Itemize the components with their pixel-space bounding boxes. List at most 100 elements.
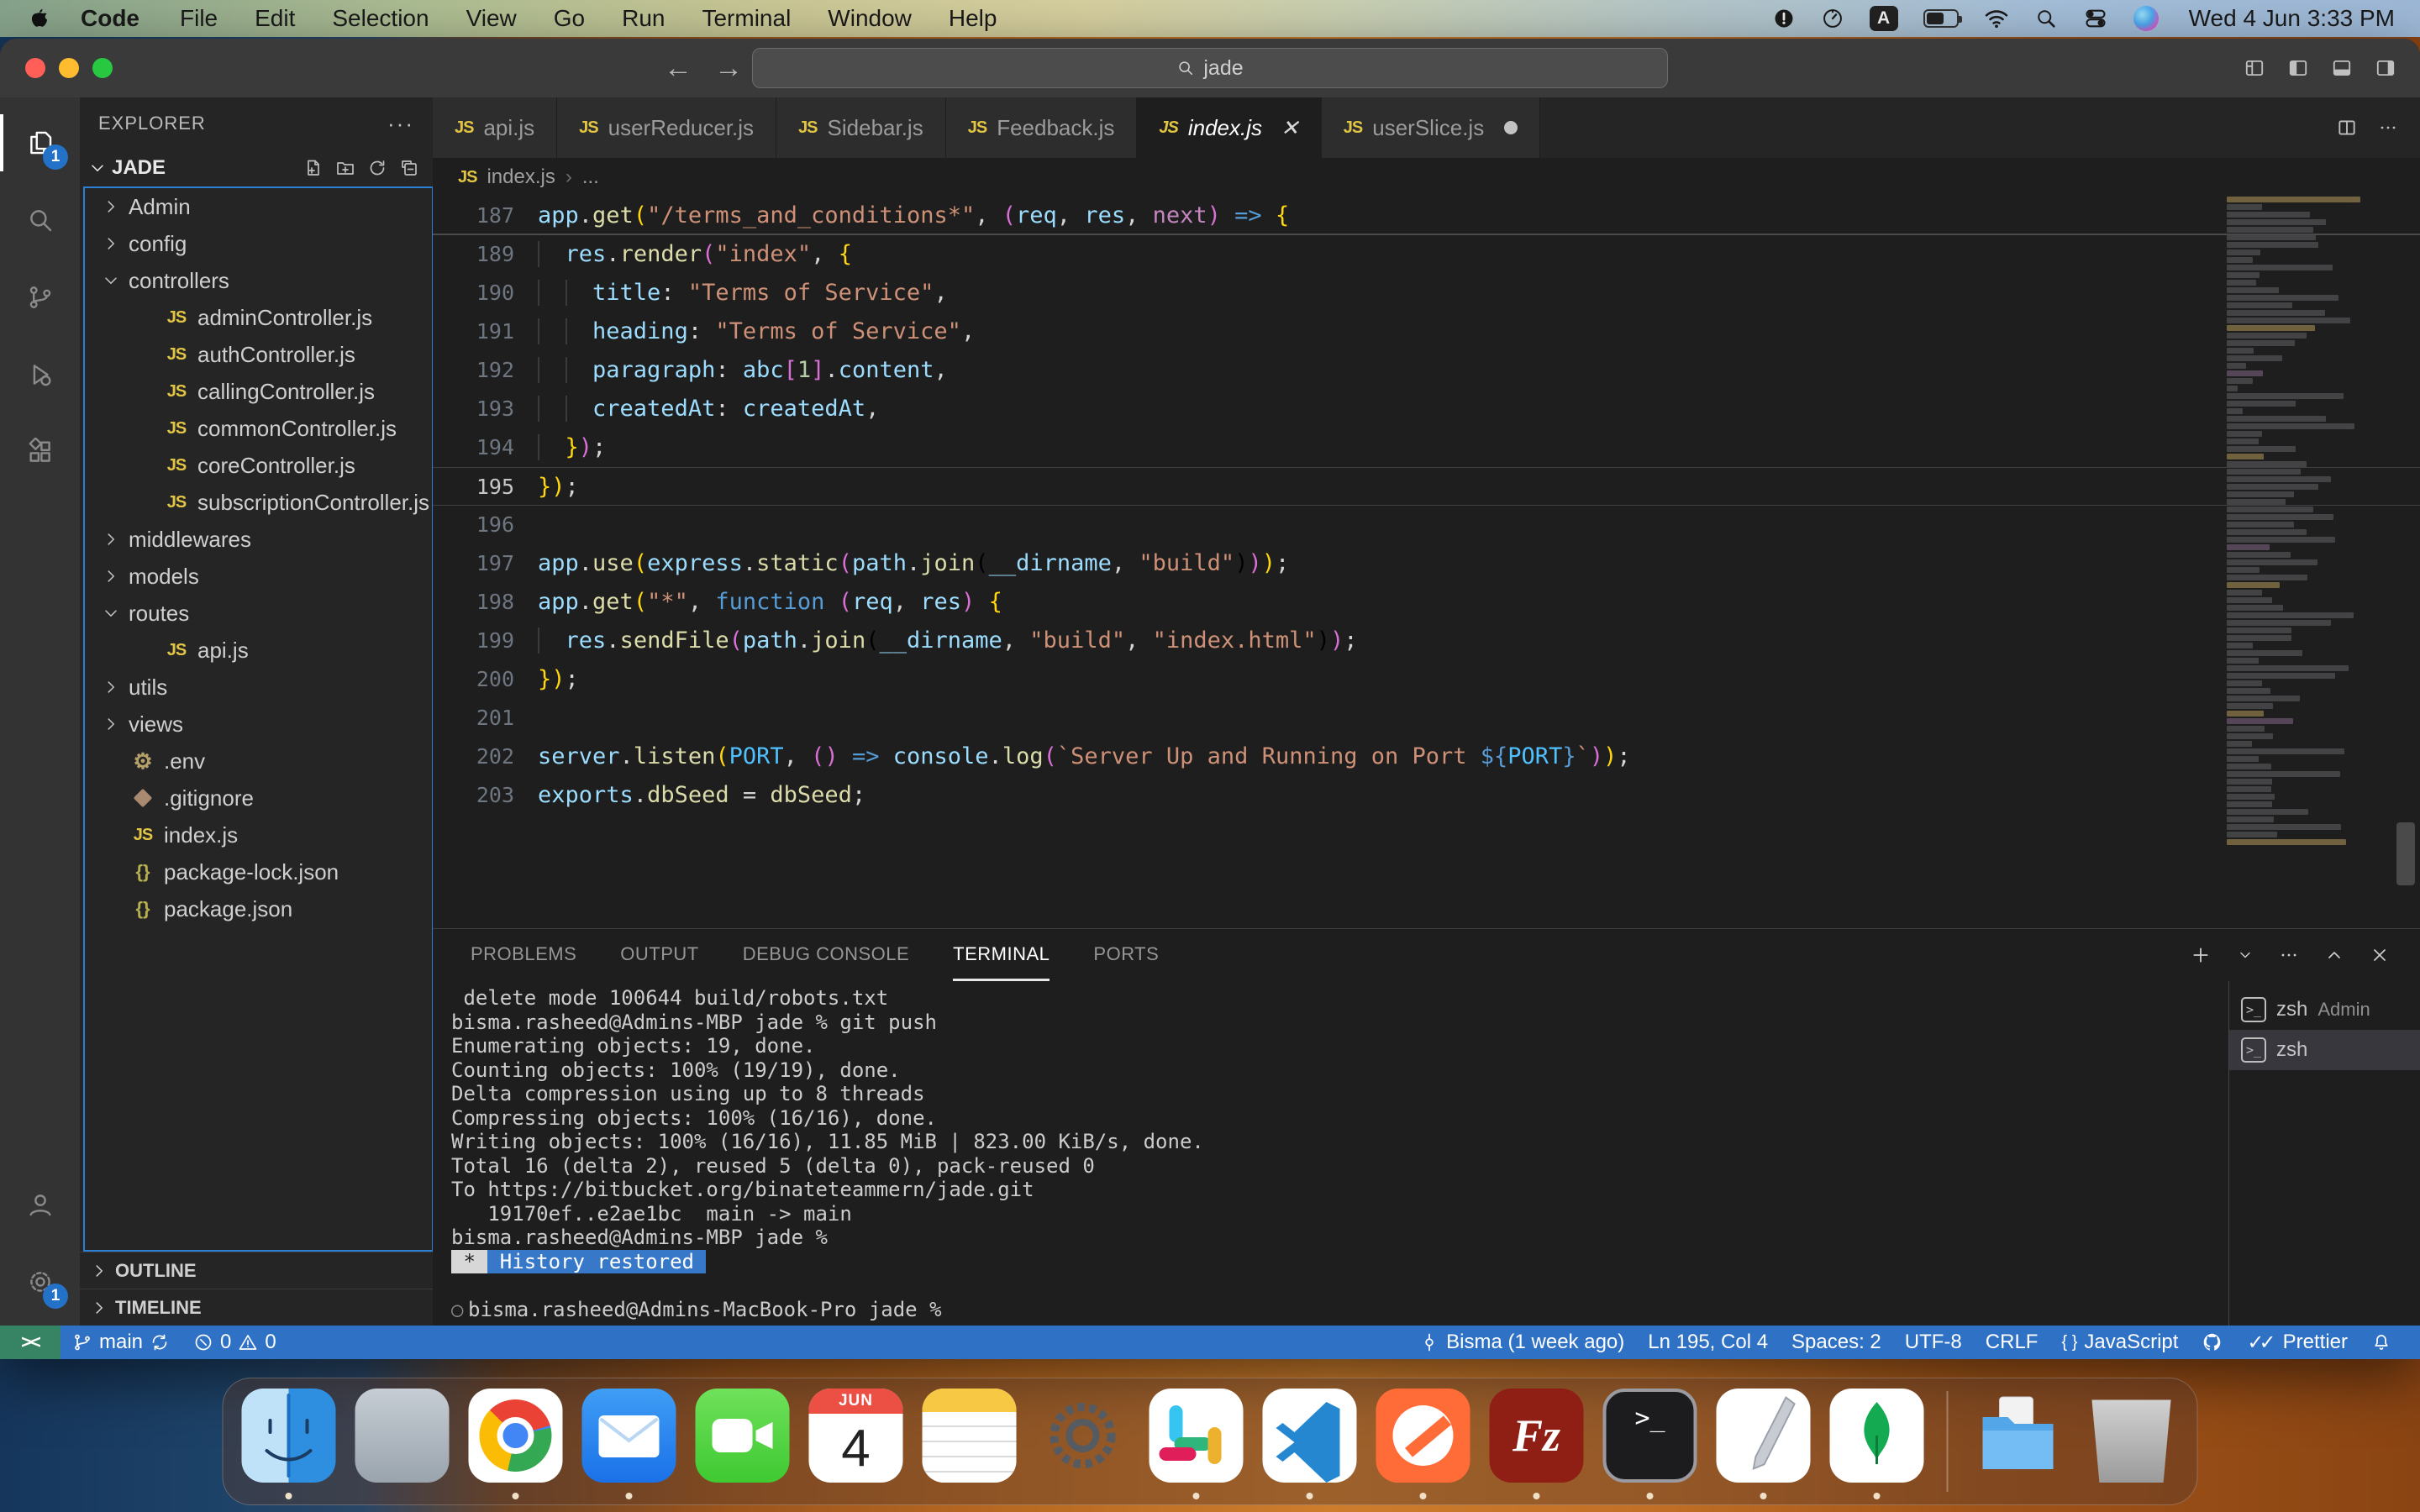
tab-api.js[interactable]: JSapi.js (433, 97, 557, 158)
code-line-195[interactable]: 195}); (433, 467, 2420, 506)
menu-file[interactable]: File (161, 5, 236, 31)
panel-tab-problems[interactable]: PROBLEMS (471, 929, 576, 981)
tree-item-authController.js[interactable]: JSauthController.js (85, 336, 432, 373)
dock-postman[interactable] (1376, 1383, 1470, 1499)
code-line-202[interactable]: 202server.listen(PORT, () => console.log… (433, 738, 2420, 776)
tree-item-routes[interactable]: routes (85, 595, 432, 632)
status-encoding[interactable]: UTF-8 (1893, 1331, 1974, 1354)
activity-settings-icon[interactable]: 1 (0, 1243, 80, 1320)
tree-item-callingController.js[interactable]: JScallingController.js (85, 373, 432, 410)
explorer-more-actions-icon[interactable]: ··· (387, 111, 414, 137)
battery-icon[interactable] (1923, 5, 1959, 32)
dock-vscode[interactable] (1263, 1383, 1357, 1499)
tree-item-.gitignore[interactable]: .gitignore (85, 780, 432, 816)
menu-bar-clock[interactable]: Wed 4 Jun 3:33 PM (2189, 5, 2395, 32)
activity-extensions-icon[interactable] (0, 413, 80, 491)
tree-item-adminController.js[interactable]: JSadminController.js (85, 299, 432, 336)
status-notifications[interactable] (2360, 1332, 2403, 1352)
terminal-output[interactable]: delete mode 100644 build/robots.txtbisma… (433, 981, 2228, 1326)
status-eol[interactable]: CRLF (1974, 1331, 2050, 1354)
tree-item-commonController.js[interactable]: JScommonController.js (85, 410, 432, 447)
dock-mongodb[interactable] (1830, 1383, 1924, 1499)
code-line-192[interactable]: 192 paragraph: abc[1].content, (433, 351, 2420, 390)
breadcrumb-more[interactable]: ... (582, 165, 599, 189)
tree-item-subscriptionController.js[interactable]: JSsubscriptionController.js (85, 484, 432, 521)
activity-explorer-icon[interactable]: 1 (0, 104, 80, 181)
more-actions-icon[interactable] (2279, 945, 2299, 965)
apple-menu-icon[interactable] (29, 6, 50, 31)
more-actions-icon[interactable] (2378, 118, 2398, 138)
dock-finder[interactable] (242, 1383, 336, 1499)
panel-tab-ports[interactable]: PORTS (1093, 929, 1159, 981)
panel-tab-output[interactable]: OUTPUT (620, 929, 698, 981)
tree-item-config[interactable]: config (85, 225, 432, 262)
customize-layout-icon[interactable] (2244, 57, 2265, 79)
code-editor[interactable]: 187app.get("/terms_and_conditions*", (re… (433, 197, 2420, 928)
tree-item-views[interactable]: views (85, 706, 432, 743)
tree-item-api.js[interactable]: JSapi.js (85, 632, 432, 669)
panel-bottom-icon[interactable] (2331, 57, 2353, 79)
tree-item-Admin[interactable]: Admin (85, 188, 432, 225)
wifi-icon[interactable] (1984, 5, 2009, 32)
close-tab-icon[interactable]: ✕ (1281, 115, 1299, 141)
section-outline[interactable]: OUTLINE (80, 1252, 433, 1289)
code-line-190[interactable]: 190 title: "Terms of Service", (433, 274, 2420, 312)
panel-right-icon[interactable] (2375, 57, 2396, 79)
code-line-196[interactable]: 196 (433, 506, 2420, 544)
tree-item-package-lock.json[interactable]: {}package-lock.json (85, 853, 432, 890)
dock-system-settings[interactable] (1036, 1383, 1130, 1499)
gauge-icon[interactable] (1821, 5, 1844, 32)
breadcrumb[interactable]: JS index.js › ... (433, 158, 2420, 197)
code-line-199[interactable]: 199 res.sendFile(path.join(__dirname, "b… (433, 622, 2420, 660)
code-line-203[interactable]: 203exports.dbSeed = dbSeed; (433, 776, 2420, 815)
status-problems[interactable]: 00 (182, 1326, 288, 1359)
status-prettier[interactable]: ✓✓Prettier (2235, 1331, 2360, 1355)
editor-scrollbar[interactable] (2396, 822, 2415, 885)
status-github[interactable] (2190, 1331, 2235, 1353)
dock-slack[interactable] (1150, 1383, 1244, 1499)
minimize-window-button[interactable] (59, 58, 79, 78)
menu-terminal[interactable]: Terminal (683, 5, 809, 31)
tree-item-models[interactable]: models (85, 558, 432, 595)
tab-userReducer.js[interactable]: JSuserReducer.js (557, 97, 776, 158)
tree-item-middlewares[interactable]: middlewares (85, 521, 432, 558)
tree-item-controllers[interactable]: controllers (85, 262, 432, 299)
new-folder-icon[interactable] (335, 158, 355, 178)
zoom-window-button[interactable] (92, 58, 113, 78)
new-terminal-icon[interactable] (2190, 944, 2212, 966)
remote-indicator[interactable]: >< (0, 1326, 60, 1359)
dock-chrome[interactable] (469, 1383, 563, 1499)
activity-source-control-icon[interactable] (0, 259, 80, 336)
menu-run[interactable]: Run (603, 5, 683, 31)
menu-code[interactable]: Code (62, 5, 161, 31)
tab-index.js[interactable]: JSindex.js✕ (1137, 97, 1321, 158)
split-editor-icon[interactable] (2336, 117, 2358, 139)
spotlight-icon[interactable] (2034, 5, 2058, 32)
dock-notes[interactable] (923, 1383, 1017, 1499)
project-section-header[interactable]: JADE (80, 150, 433, 186)
tree-item-index.js[interactable]: JSindex.js (85, 816, 432, 853)
status-cursor-position[interactable]: Ln 195, Col 4 (1636, 1331, 1780, 1354)
dock-facetime[interactable] (696, 1383, 790, 1499)
tree-item-package.json[interactable]: {}package.json (85, 890, 432, 927)
breadcrumb-file[interactable]: index.js (487, 165, 555, 189)
command-center-search[interactable]: jade (752, 48, 1668, 88)
tab-Sidebar.js[interactable]: JSSidebar.js (776, 97, 946, 158)
section-timeline[interactable]: TIMELINE (80, 1289, 433, 1326)
minimap[interactable] (2227, 197, 2378, 860)
keyboard-layout-icon[interactable]: A (1870, 5, 1898, 32)
activity-account-icon[interactable] (0, 1166, 80, 1243)
tree-item-coreController.js[interactable]: JScoreController.js (85, 447, 432, 484)
code-line-200[interactable]: 200}); (433, 660, 2420, 699)
panel-tab-debug-console[interactable]: DEBUG CONSOLE (743, 929, 909, 981)
code-line-198[interactable]: 198app.get("*", function (req, res) { (433, 583, 2420, 622)
dock-trash[interactable] (2085, 1383, 2179, 1499)
tree-item-utils[interactable]: utils (85, 669, 432, 706)
status-indentation[interactable]: Spaces: 2 (1780, 1331, 1893, 1354)
new-file-icon[interactable] (303, 158, 324, 178)
dock-terminal[interactable]: >_ (1603, 1383, 1697, 1499)
refresh-icon[interactable] (367, 158, 387, 178)
menu-view[interactable]: View (448, 5, 535, 31)
notch-app-icon[interactable] (1772, 5, 1796, 32)
menu-edit[interactable]: Edit (236, 5, 313, 31)
